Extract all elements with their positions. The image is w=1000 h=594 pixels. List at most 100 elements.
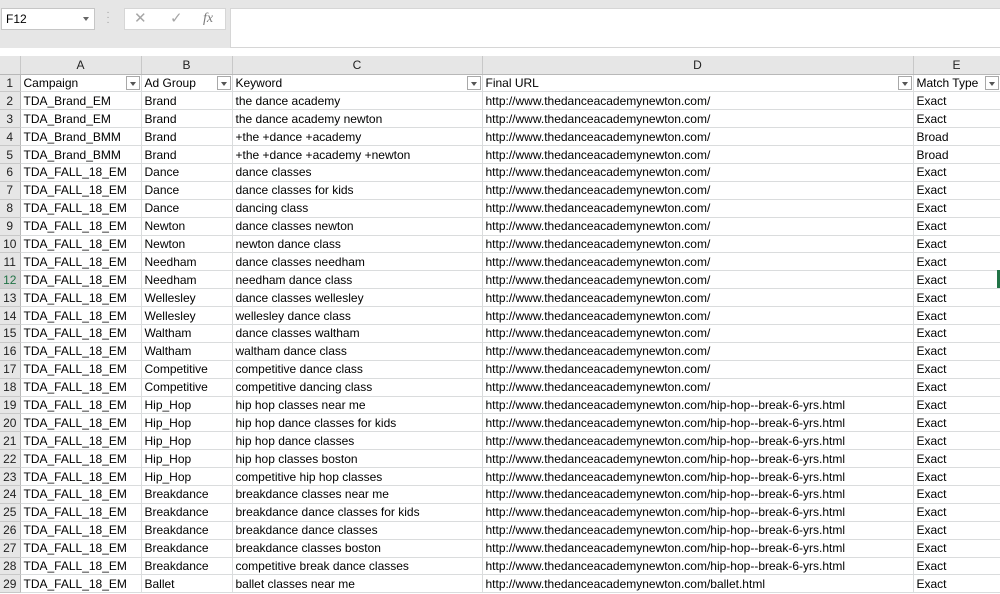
match-type-cell[interactable]: Broad	[913, 127, 1000, 147]
campaign-cell[interactable]: TDA_FALL_18_EM	[20, 288, 142, 308]
filter-dropdown-icon[interactable]	[897, 75, 912, 90]
row-header[interactable]: 3	[0, 109, 21, 129]
match-type-cell[interactable]: Exact	[913, 503, 1000, 522]
campaign-cell[interactable]: TDA_FALL_18_EM	[20, 252, 142, 272]
match-type-cell[interactable]: Exact	[913, 557, 1000, 576]
column-header-e[interactable]: E	[913, 56, 1000, 75]
match-type-cell[interactable]: Exact	[913, 199, 1000, 218]
header-cell-ad-group[interactable]: Ad Group	[141, 74, 233, 93]
row-header[interactable]: 23	[0, 467, 21, 486]
column-header-a[interactable]: A	[20, 56, 142, 75]
final-url-cell[interactable]: http://www.thedanceacademynewton.com/	[482, 306, 914, 325]
campaign-cell[interactable]: TDA_FALL_18_EM	[20, 360, 142, 379]
row-header[interactable]: 25	[0, 503, 21, 522]
filter-dropdown-icon[interactable]	[984, 75, 999, 90]
match-type-cell[interactable]: Exact	[913, 270, 1000, 290]
final-url-cell[interactable]: http://www.thedanceacademynewton.com/bal…	[482, 574, 914, 594]
ad-group-cell[interactable]: Breakdance	[141, 503, 233, 522]
campaign-cell[interactable]: TDA_FALL_18_EM	[20, 521, 142, 540]
ad-group-cell[interactable]: Waltham	[141, 342, 233, 361]
final-url-cell[interactable]: http://www.thedanceacademynewton.com/	[482, 163, 914, 182]
row-header[interactable]: 11	[0, 252, 21, 272]
ad-group-cell[interactable]: Hip_Hop	[141, 449, 233, 469]
final-url-cell[interactable]: http://www.thedanceacademynewton.com/hip…	[482, 467, 914, 486]
keyword-cell[interactable]: dance classes waltham	[232, 324, 483, 343]
ad-group-cell[interactable]: Wellesley	[141, 288, 233, 308]
ad-group-cell[interactable]: Competitive	[141, 360, 233, 379]
campaign-cell[interactable]: TDA_FALL_18_EM	[20, 557, 142, 576]
match-type-cell[interactable]: Exact	[913, 252, 1000, 272]
header-cell-final-url[interactable]: Final URL	[482, 74, 914, 93]
final-url-cell[interactable]: http://www.thedanceacademynewton.com/hip…	[482, 521, 914, 540]
campaign-cell[interactable]: TDA_FALL_18_EM	[20, 163, 142, 182]
ad-group-cell[interactable]: Hip_Hop	[141, 467, 233, 486]
campaign-cell[interactable]: TDA_FALL_18_EM	[20, 413, 142, 433]
row-header[interactable]: 8	[0, 199, 21, 218]
keyword-cell[interactable]: +the +dance +academy	[232, 127, 483, 147]
keyword-cell[interactable]: competitive break dance classes	[232, 557, 483, 576]
row-header[interactable]: 19	[0, 396, 21, 415]
campaign-cell[interactable]: TDA_FALL_18_EM	[20, 270, 142, 290]
ad-group-cell[interactable]: Wellesley	[141, 306, 233, 325]
ad-group-cell[interactable]: Brand	[141, 127, 233, 147]
final-url-cell[interactable]: http://www.thedanceacademynewton.com/	[482, 378, 914, 397]
keyword-cell[interactable]: +the +dance +academy +newton	[232, 145, 483, 164]
final-url-cell[interactable]: http://www.thedanceacademynewton.com/hip…	[482, 485, 914, 504]
final-url-cell[interactable]: http://www.thedanceacademynewton.com/	[482, 217, 914, 236]
campaign-cell[interactable]: TDA_Brand_EM	[20, 109, 142, 129]
ad-group-cell[interactable]: Newton	[141, 235, 233, 254]
final-url-cell[interactable]: http://www.thedanceacademynewton.com/	[482, 235, 914, 254]
select-all-corner[interactable]	[0, 56, 21, 75]
keyword-cell[interactable]: ballet classes near me	[232, 574, 483, 594]
campaign-cell[interactable]: TDA_FALL_18_EM	[20, 431, 142, 451]
row-header[interactable]: 26	[0, 521, 21, 540]
keyword-cell[interactable]: dance classes	[232, 163, 483, 182]
ad-group-cell[interactable]: Brand	[141, 109, 233, 129]
match-type-cell[interactable]: Exact	[913, 163, 1000, 182]
campaign-cell[interactable]: TDA_FALL_18_EM	[20, 539, 142, 558]
campaign-cell[interactable]: TDA_FALL_18_EM	[20, 574, 142, 594]
row-header[interactable]: 1	[0, 74, 21, 93]
keyword-cell[interactable]: wellesley dance class	[232, 306, 483, 325]
final-url-cell[interactable]: http://www.thedanceacademynewton.com/	[482, 270, 914, 290]
row-header[interactable]: 10	[0, 235, 21, 254]
filter-dropdown-icon[interactable]	[466, 75, 481, 90]
insert-function-icon[interactable]: fx	[203, 9, 213, 29]
ad-group-cell[interactable]: Breakdance	[141, 539, 233, 558]
filter-dropdown-icon[interactable]	[125, 75, 140, 90]
match-type-cell[interactable]: Exact	[913, 360, 1000, 379]
match-type-cell[interactable]: Exact	[913, 235, 1000, 254]
ad-group-cell[interactable]: Dance	[141, 199, 233, 218]
row-header[interactable]: 29	[0, 574, 21, 594]
match-type-cell[interactable]: Exact	[913, 431, 1000, 451]
keyword-cell[interactable]: breakdance dance classes for kids	[232, 503, 483, 522]
more-icon[interactable]: · · ·	[106, 8, 110, 28]
final-url-cell[interactable]: http://www.thedanceacademynewton.com/	[482, 360, 914, 379]
match-type-cell[interactable]: Exact	[913, 217, 1000, 236]
row-header[interactable]: 15	[0, 324, 21, 343]
ad-group-cell[interactable]: Competitive	[141, 378, 233, 397]
final-url-cell[interactable]: http://www.thedanceacademynewton.com/	[482, 288, 914, 308]
keyword-cell[interactable]: the dance academy newton	[232, 109, 483, 129]
keyword-cell[interactable]: dance classes newton	[232, 217, 483, 236]
match-type-cell[interactable]: Exact	[913, 342, 1000, 361]
keyword-cell[interactable]: the dance academy	[232, 91, 483, 111]
row-header[interactable]: 4	[0, 127, 21, 147]
final-url-cell[interactable]: http://www.thedanceacademynewton.com/hip…	[482, 503, 914, 522]
formula-input[interactable]	[230, 8, 1000, 48]
keyword-cell[interactable]: breakdance classes boston	[232, 539, 483, 558]
ad-group-cell[interactable]: Hip_Hop	[141, 396, 233, 415]
match-type-cell[interactable]: Exact	[913, 378, 1000, 397]
keyword-cell[interactable]: hip hop dance classes for kids	[232, 413, 483, 433]
campaign-cell[interactable]: TDA_FALL_18_EM	[20, 378, 142, 397]
final-url-cell[interactable]: http://www.thedanceacademynewton.com/	[482, 109, 914, 129]
keyword-cell[interactable]: competitive dance class	[232, 360, 483, 379]
match-type-cell[interactable]: Exact	[913, 521, 1000, 540]
campaign-cell[interactable]: TDA_FALL_18_EM	[20, 217, 142, 236]
match-type-cell[interactable]: Exact	[913, 467, 1000, 486]
match-type-cell[interactable]: Exact	[913, 91, 1000, 111]
match-type-cell[interactable]: Exact	[913, 396, 1000, 415]
column-header-c[interactable]: C	[232, 56, 483, 75]
row-header[interactable]: 7	[0, 181, 21, 200]
final-url-cell[interactable]: http://www.thedanceacademynewton.com/hip…	[482, 449, 914, 469]
